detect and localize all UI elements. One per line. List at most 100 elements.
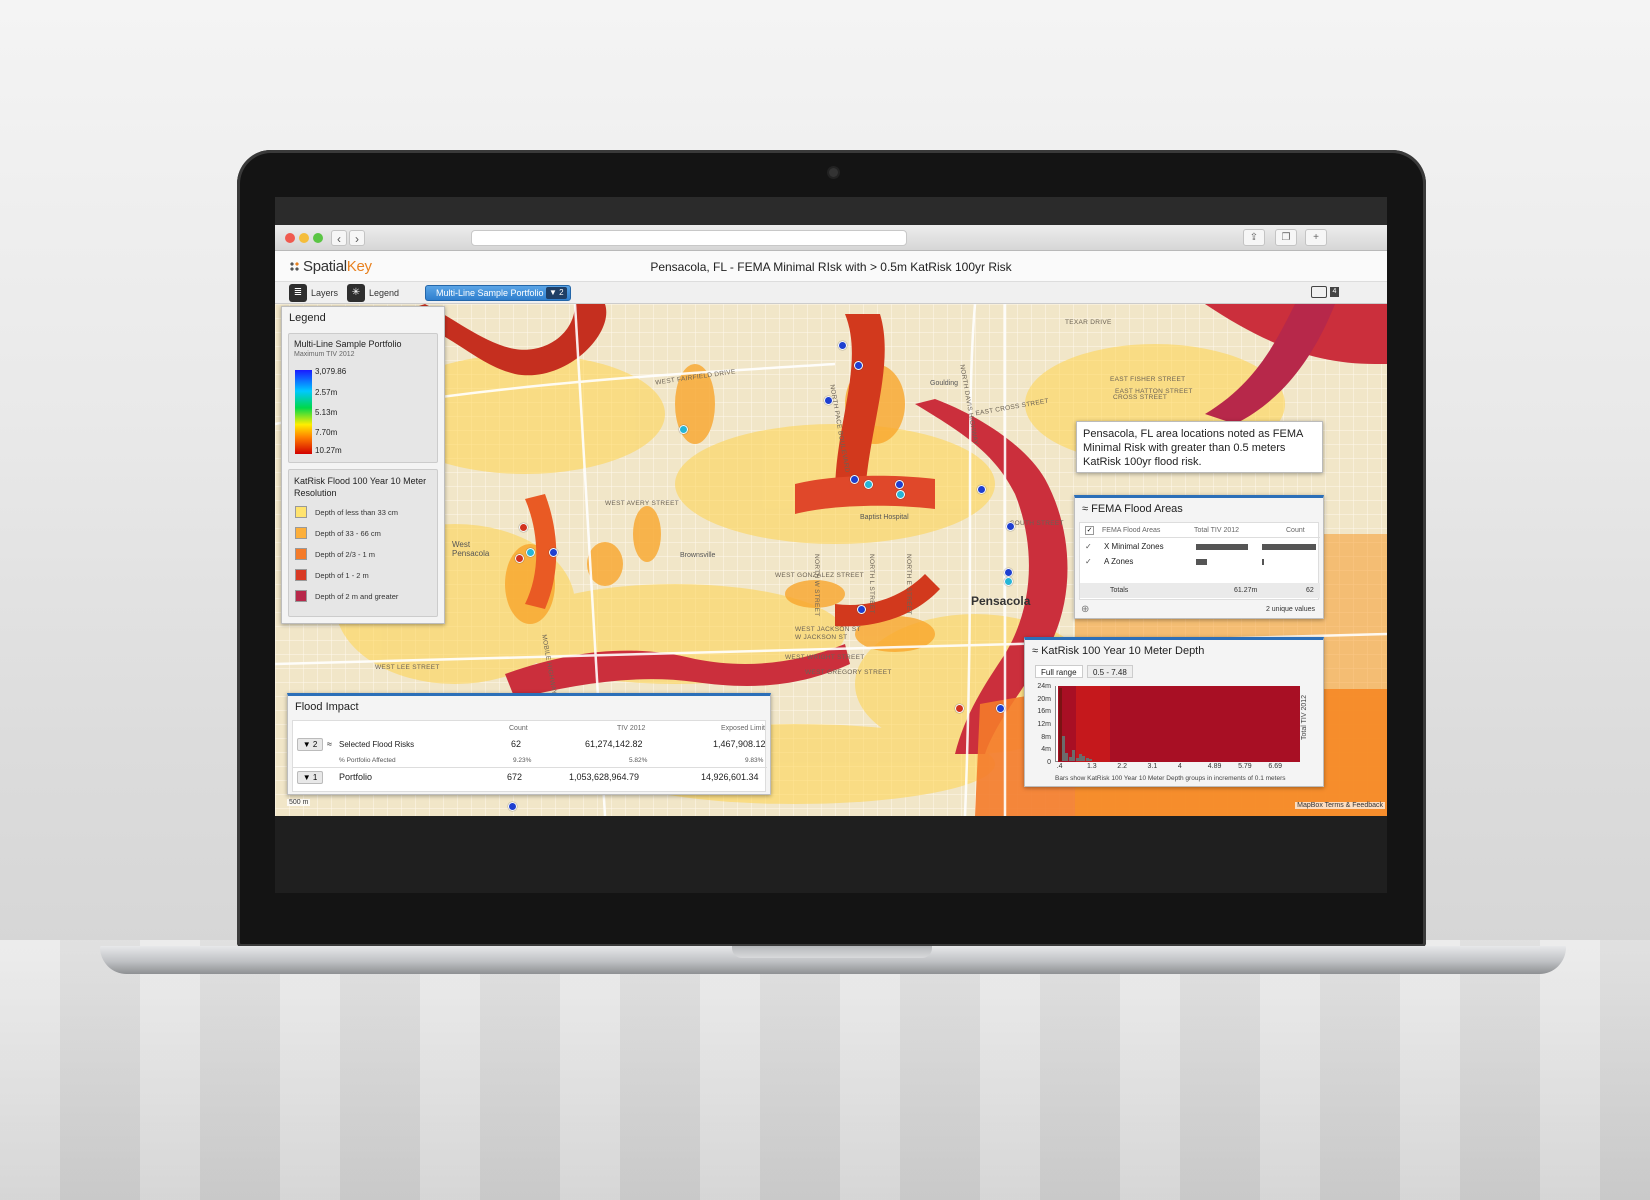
- fema-row[interactable]: ✓ A Zones: [1080, 555, 1320, 569]
- filter-chip-count: 2: [312, 740, 318, 749]
- y-axis-label: Total TIV 2012: [1301, 694, 1308, 740]
- add-icon[interactable]: ⊕: [1081, 604, 1089, 615]
- legend-swatch-label: Depth of 1 - 2 m: [315, 571, 369, 580]
- fi-tiv: 61,274,142.82: [585, 739, 643, 749]
- browser-toolbar: ‹ › ⇪ ❐ +: [275, 225, 1387, 251]
- flood-map[interactable]: WEST FAIRFIELD DRIVE WEST AVERY STREET W…: [275, 304, 1387, 816]
- street-label: WEST JACKSON ST: [795, 626, 861, 633]
- fi-count: 62: [511, 739, 522, 749]
- y-tick-label: 12m: [1037, 721, 1051, 728]
- fema-totals-row: Totals 61.27m 62: [1080, 583, 1320, 598]
- street-label: SOUTH STREET: [1010, 520, 1064, 527]
- ramp-value: 7.70m: [315, 428, 338, 437]
- fi-row-label: Selected Flood Risks: [339, 740, 415, 749]
- layers-label: Layers: [311, 288, 339, 298]
- zoom-window-button[interactable]: [313, 233, 323, 243]
- street-label: CROSS STREET: [1113, 394, 1168, 401]
- location-pin[interactable]: [519, 523, 528, 532]
- tabs-icon[interactable]: ❐: [1275, 229, 1297, 246]
- street-label: TEXAR DRIVE: [1065, 319, 1112, 326]
- depth-chart[interactable]: [1055, 686, 1300, 762]
- filter-badge[interactable]: ▼ 2: [545, 287, 567, 299]
- location-pin[interactable]: [895, 480, 904, 489]
- location-pin[interactable]: [854, 361, 863, 370]
- fema-flood-areas-panel: ≈ FEMA Flood Areas ✓ FEMA Flood Areas To…: [1074, 495, 1324, 619]
- fi-sub-tiv: 5.82%: [629, 757, 648, 764]
- fi-count: 672: [507, 772, 523, 782]
- fi-col-header: Exposed Limit: [721, 725, 765, 732]
- wave-icon: ≈: [327, 739, 332, 749]
- selected-range-chip[interactable]: 0.5 - 7.48: [1087, 665, 1133, 678]
- back-button[interactable]: ‹: [331, 230, 347, 246]
- location-pin[interactable]: [1004, 568, 1013, 577]
- totals-label: Totals: [1110, 587, 1129, 594]
- app-header: SpatialKey Pensacola, FL - FEMA Minimal …: [275, 251, 1387, 282]
- fema-header-row: ✓ FEMA Flood Areas Total TIV 2012 Count: [1080, 523, 1320, 538]
- location-pin[interactable]: [864, 480, 873, 489]
- portfolio-pill[interactable]: Multi-Line Sample Portfolio ▼ 2: [425, 285, 571, 301]
- location-pin[interactable]: [1004, 577, 1013, 586]
- fema-row-name: A Zones: [1104, 557, 1134, 566]
- location-pin[interactable]: [515, 554, 524, 563]
- x-tick-label: 6.69: [1268, 763, 1282, 770]
- full-range-chip[interactable]: Full range: [1035, 665, 1083, 678]
- legend-swatch: [295, 506, 307, 518]
- new-tab-button[interactable]: +: [1305, 229, 1327, 246]
- legend-panel: Legend Multi-Line Sample Portfolio Maxim…: [281, 306, 445, 624]
- location-pin[interactable]: [824, 396, 833, 405]
- location-pin[interactable]: [838, 341, 847, 350]
- select-all-checkbox[interactable]: ✓: [1085, 526, 1094, 535]
- map-attribution[interactable]: MapBox Terms & Feedback: [1295, 802, 1385, 809]
- x-tick-label: 4.89: [1207, 763, 1222, 770]
- fi-limit: 1,467,908.12: [713, 739, 766, 749]
- fema-row[interactable]: ✓ X Minimal Zones: [1080, 540, 1320, 554]
- y-tick-label: 16m: [1037, 708, 1051, 716]
- legend-swatch: [295, 569, 307, 581]
- filter-chip[interactable]: ▼ 1: [297, 771, 323, 784]
- layers-button[interactable]: ≣ Layers: [289, 284, 338, 302]
- row-checkbox[interactable]: ✓: [1085, 542, 1092, 551]
- forward-button[interactable]: ›: [349, 230, 365, 246]
- tiv-bar: [1196, 559, 1207, 565]
- location-pin[interactable]: [977, 485, 986, 494]
- fi-col-header: TIV 2012: [617, 725, 646, 732]
- street-label: EAST FISHER STREET: [1110, 376, 1186, 383]
- location-pin[interactable]: [549, 548, 558, 557]
- legend-button[interactable]: ✳ Legend: [347, 284, 399, 302]
- location-pin[interactable]: [679, 425, 688, 434]
- ramp-value: 5.13m: [315, 408, 338, 417]
- x-tick-label: 5.79: [1238, 763, 1252, 770]
- location-pin[interactable]: [1006, 522, 1015, 531]
- range-chips: Full range 0.5 - 7.48: [1035, 665, 1235, 678]
- street-label: W JACKSON ST: [795, 634, 848, 641]
- location-pin[interactable]: [850, 475, 859, 484]
- flood-legend-title: KatRisk Flood 100 Year 10 Meter Resoluti…: [294, 476, 427, 498]
- unique-values: 2 unique values: [1265, 606, 1315, 613]
- location-pin[interactable]: [896, 490, 905, 499]
- chart-bar[interactable]: [1088, 759, 1092, 761]
- location-pin[interactable]: [526, 548, 535, 557]
- close-window-button[interactable]: [285, 233, 295, 243]
- area-label: Goulding: [930, 380, 959, 387]
- street-label: WEST WRIGHT STREET: [785, 654, 865, 661]
- street-label: NORTH E STREET: [905, 554, 912, 615]
- page-title: Pensacola, FL - FEMA Minimal RIsk with >…: [650, 260, 1012, 274]
- location-pin[interactable]: [955, 704, 964, 713]
- location-pin[interactable]: [508, 802, 517, 811]
- row-checkbox[interactable]: ✓: [1085, 557, 1092, 566]
- ramp-value: 3,079.86: [315, 367, 347, 376]
- annotation-callout: Pensacola, FL area locations noted as FE…: [1076, 421, 1323, 473]
- address-bar[interactable]: [471, 230, 907, 246]
- fi-limit: 14,926,601.34: [701, 772, 759, 782]
- location-pin[interactable]: [996, 704, 1005, 713]
- legend-label: Legend: [369, 288, 400, 298]
- location-pin[interactable]: [857, 605, 866, 614]
- y-tick-label: 0: [1047, 759, 1051, 766]
- share-icon[interactable]: ⇪: [1243, 229, 1265, 246]
- minimize-window-button[interactable]: [299, 233, 309, 243]
- portfolio-pill-label: Multi-Line Sample Portfolio: [436, 288, 544, 298]
- laptop-notch: [732, 946, 932, 958]
- wave-icon: ≈: [1032, 645, 1042, 657]
- filter-chip[interactable]: ▼ 2: [297, 738, 323, 751]
- screen-icon[interactable]: [1311, 286, 1327, 298]
